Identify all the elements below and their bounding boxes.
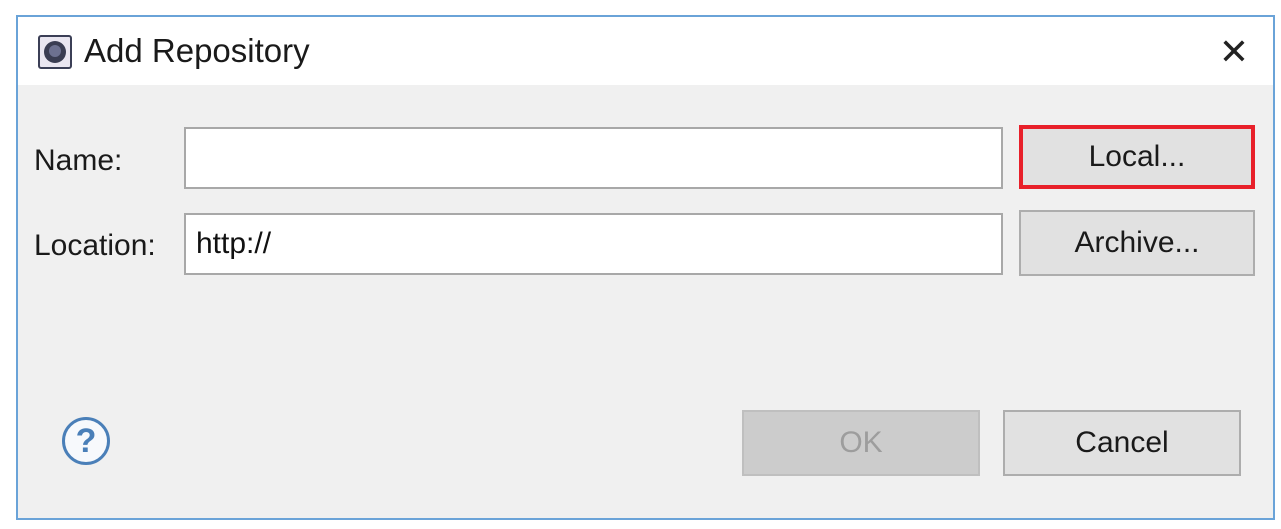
title-bar: Add Repository ✕ xyxy=(18,17,1273,85)
local-button[interactable]: Local... xyxy=(1019,125,1255,189)
cancel-button[interactable]: Cancel xyxy=(1003,410,1241,476)
name-input[interactable] xyxy=(184,127,1003,189)
name-label: Name: xyxy=(34,144,123,177)
location-label: Location: xyxy=(34,229,156,262)
dialog-title: Add Repository xyxy=(84,32,310,69)
add-repository-dialog: Add Repository ✕ Name: Location: Local..… xyxy=(16,15,1275,520)
help-icon[interactable]: ? xyxy=(62,417,110,465)
ok-button[interactable]: OK xyxy=(742,410,980,476)
archive-button[interactable]: Archive... xyxy=(1019,210,1255,276)
eclipse-icon xyxy=(38,35,72,69)
close-button[interactable]: ✕ xyxy=(1215,33,1253,71)
location-input[interactable] xyxy=(184,213,1003,275)
